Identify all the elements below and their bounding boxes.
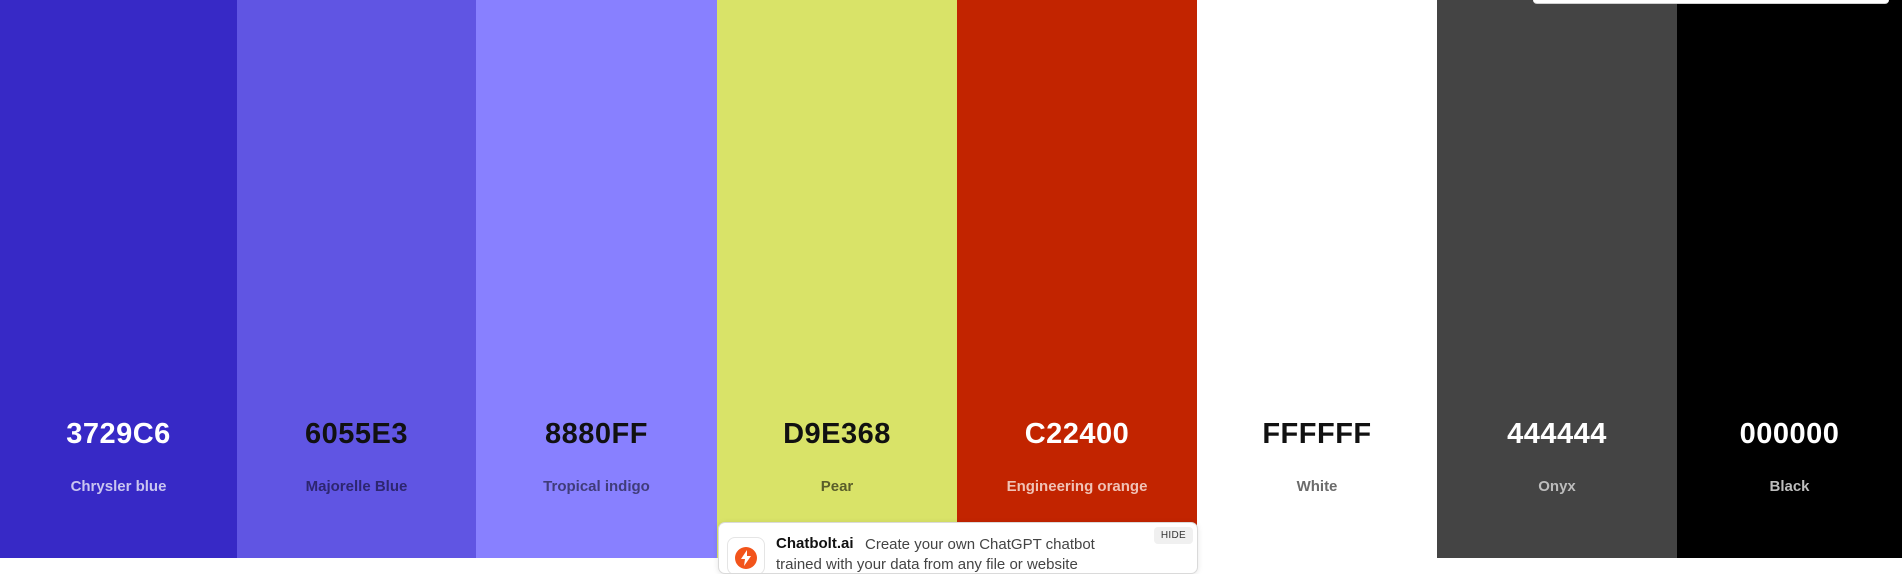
swatch-hex[interactable]: 8880FF [476,418,717,451]
swatch-hex[interactable]: 444444 [1437,418,1677,451]
swatch-chrysler-blue[interactable]: 3729C6 Chrysler blue [0,0,237,558]
swatch-name[interactable]: Chrysler blue [0,478,237,495]
ad-brand[interactable]: Chatbolt.ai [776,535,854,552]
lightning-bolt-icon [727,537,765,573]
swatch-onyx[interactable]: 444444 Onyx [1437,0,1677,558]
swatch-black[interactable]: 000000 Black [1677,0,1902,558]
swatch-name[interactable]: Engineering orange [957,478,1197,495]
swatch-name[interactable]: Black [1677,478,1902,495]
swatch-hex[interactable]: 6055E3 [237,418,476,451]
swatch-hex[interactable]: C22400 [957,418,1197,451]
toolbar-edge [1533,0,1889,4]
swatch-name[interactable]: Onyx [1437,478,1677,495]
hide-ad-button[interactable]: HIDE [1153,527,1193,544]
ad-banner[interactable]: Create your own ChatGPT chatbot trained … [718,522,1198,574]
swatch-white[interactable]: FFFFFF White [1197,0,1437,558]
swatch-name[interactable]: Pear [717,478,957,495]
swatch-hex[interactable]: 3729C6 [0,418,237,451]
swatch-majorelle-blue[interactable]: 6055E3 Majorelle Blue [237,0,476,558]
swatch-name[interactable]: Tropical indigo [476,478,717,495]
color-palette: 3729C6 Chrysler blue 6055E3 Majorelle Bl… [0,0,1902,558]
swatch-name[interactable]: Majorelle Blue [237,478,476,495]
swatch-tropical-indigo[interactable]: 8880FF Tropical indigo [476,0,717,558]
swatch-engineering-orange[interactable]: C22400 Engineering orange [957,0,1197,558]
swatch-hex[interactable]: D9E368 [717,418,957,451]
swatch-hex[interactable]: FFFFFF [1197,418,1437,451]
swatch-pear[interactable]: D9E368 Pear [717,0,957,558]
swatch-name[interactable]: White [1197,478,1437,495]
swatch-hex[interactable]: 000000 [1677,418,1902,451]
